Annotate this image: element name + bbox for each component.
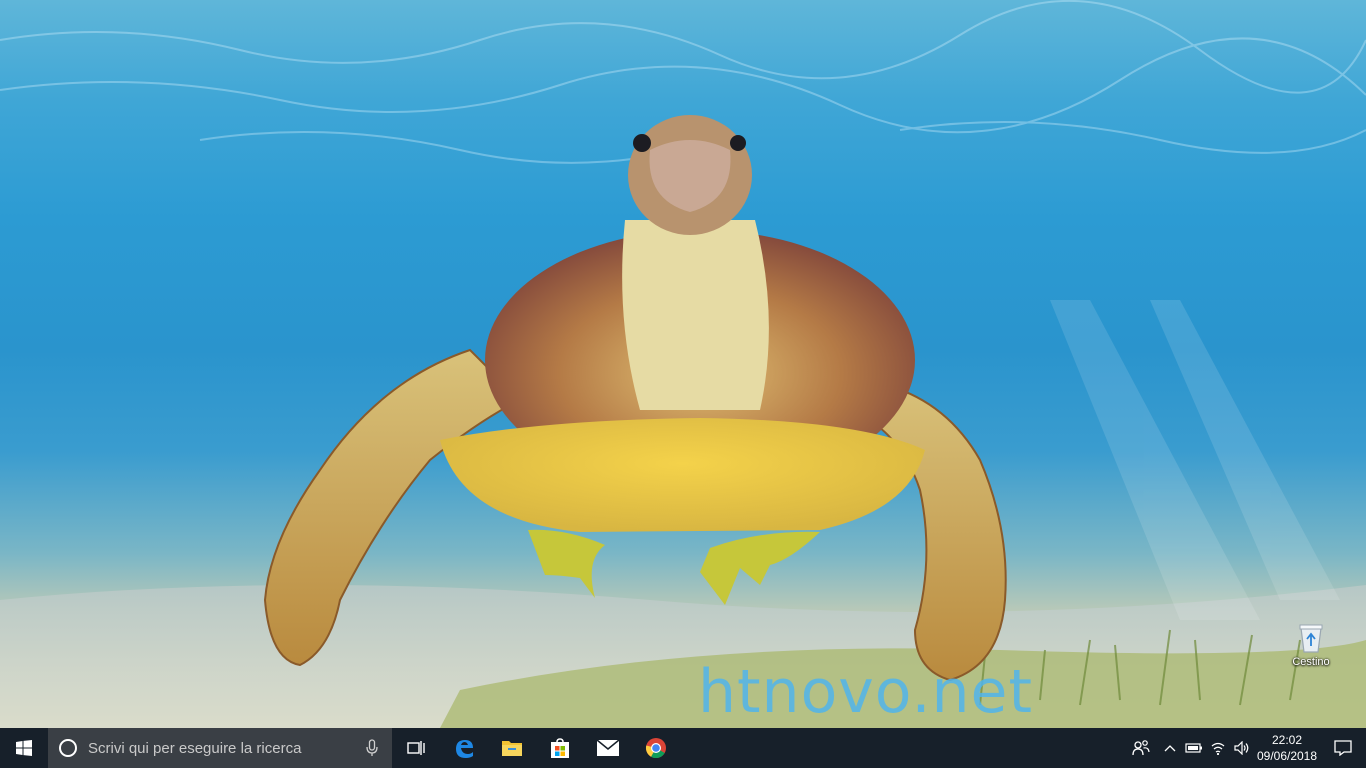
search-placeholder: Scrivi qui per eseguire la ricerca	[88, 739, 302, 757]
clock-date: 09/06/2018	[1256, 749, 1318, 763]
network-button[interactable]	[1206, 728, 1230, 768]
battery-button[interactable]	[1182, 728, 1206, 768]
show-hidden-icons-button[interactable]	[1158, 728, 1182, 768]
volume-button[interactable]	[1230, 728, 1254, 768]
battery-icon	[1185, 743, 1202, 753]
search-box[interactable]: Scrivi qui per eseguire la ricerca	[48, 728, 392, 768]
edge-icon	[456, 740, 473, 758]
volume-icon	[1234, 741, 1249, 755]
clock-time: 22:02	[1271, 733, 1303, 747]
taskbar: Scrivi qui per eseguire la ricerca 22:02…	[0, 728, 1366, 768]
windows-logo-icon	[16, 740, 32, 756]
store-button[interactable]	[536, 728, 584, 768]
people-icon	[1132, 740, 1150, 756]
recycle-bin-icon	[1299, 624, 1323, 653]
wifi-icon	[1211, 742, 1225, 755]
people-button[interactable]	[1124, 728, 1158, 768]
action-center-icon	[1334, 740, 1352, 756]
recycle-bin-label: Cestino	[1292, 656, 1330, 668]
chrome-icon	[645, 738, 666, 759]
watermark-text: htnovo.net	[698, 657, 1033, 727]
wallpaper	[0, 0, 1366, 728]
chrome-button[interactable]	[632, 728, 680, 768]
cortana-icon	[48, 728, 88, 768]
task-view-button[interactable]	[392, 728, 440, 768]
edge-button[interactable]	[440, 728, 488, 768]
desktop: htnovo.net Cestino	[0, 0, 1366, 728]
task-view-icon	[407, 741, 425, 755]
chevron-up-icon	[1164, 745, 1176, 752]
file-explorer-icon	[502, 741, 522, 756]
store-icon	[551, 738, 569, 758]
file-explorer-button[interactable]	[488, 728, 536, 768]
system-tray: 22:02 09/06/2018	[1124, 728, 1366, 768]
mail-icon	[596, 739, 620, 756]
microphone-icon[interactable]	[352, 728, 392, 768]
clock[interactable]: 22:02 09/06/2018	[1254, 728, 1320, 768]
recycle-bin-shortcut[interactable]: Cestino	[1282, 622, 1340, 678]
action-center-button[interactable]	[1320, 728, 1366, 768]
start-button[interactable]	[0, 728, 48, 768]
mail-button[interactable]	[584, 728, 632, 768]
